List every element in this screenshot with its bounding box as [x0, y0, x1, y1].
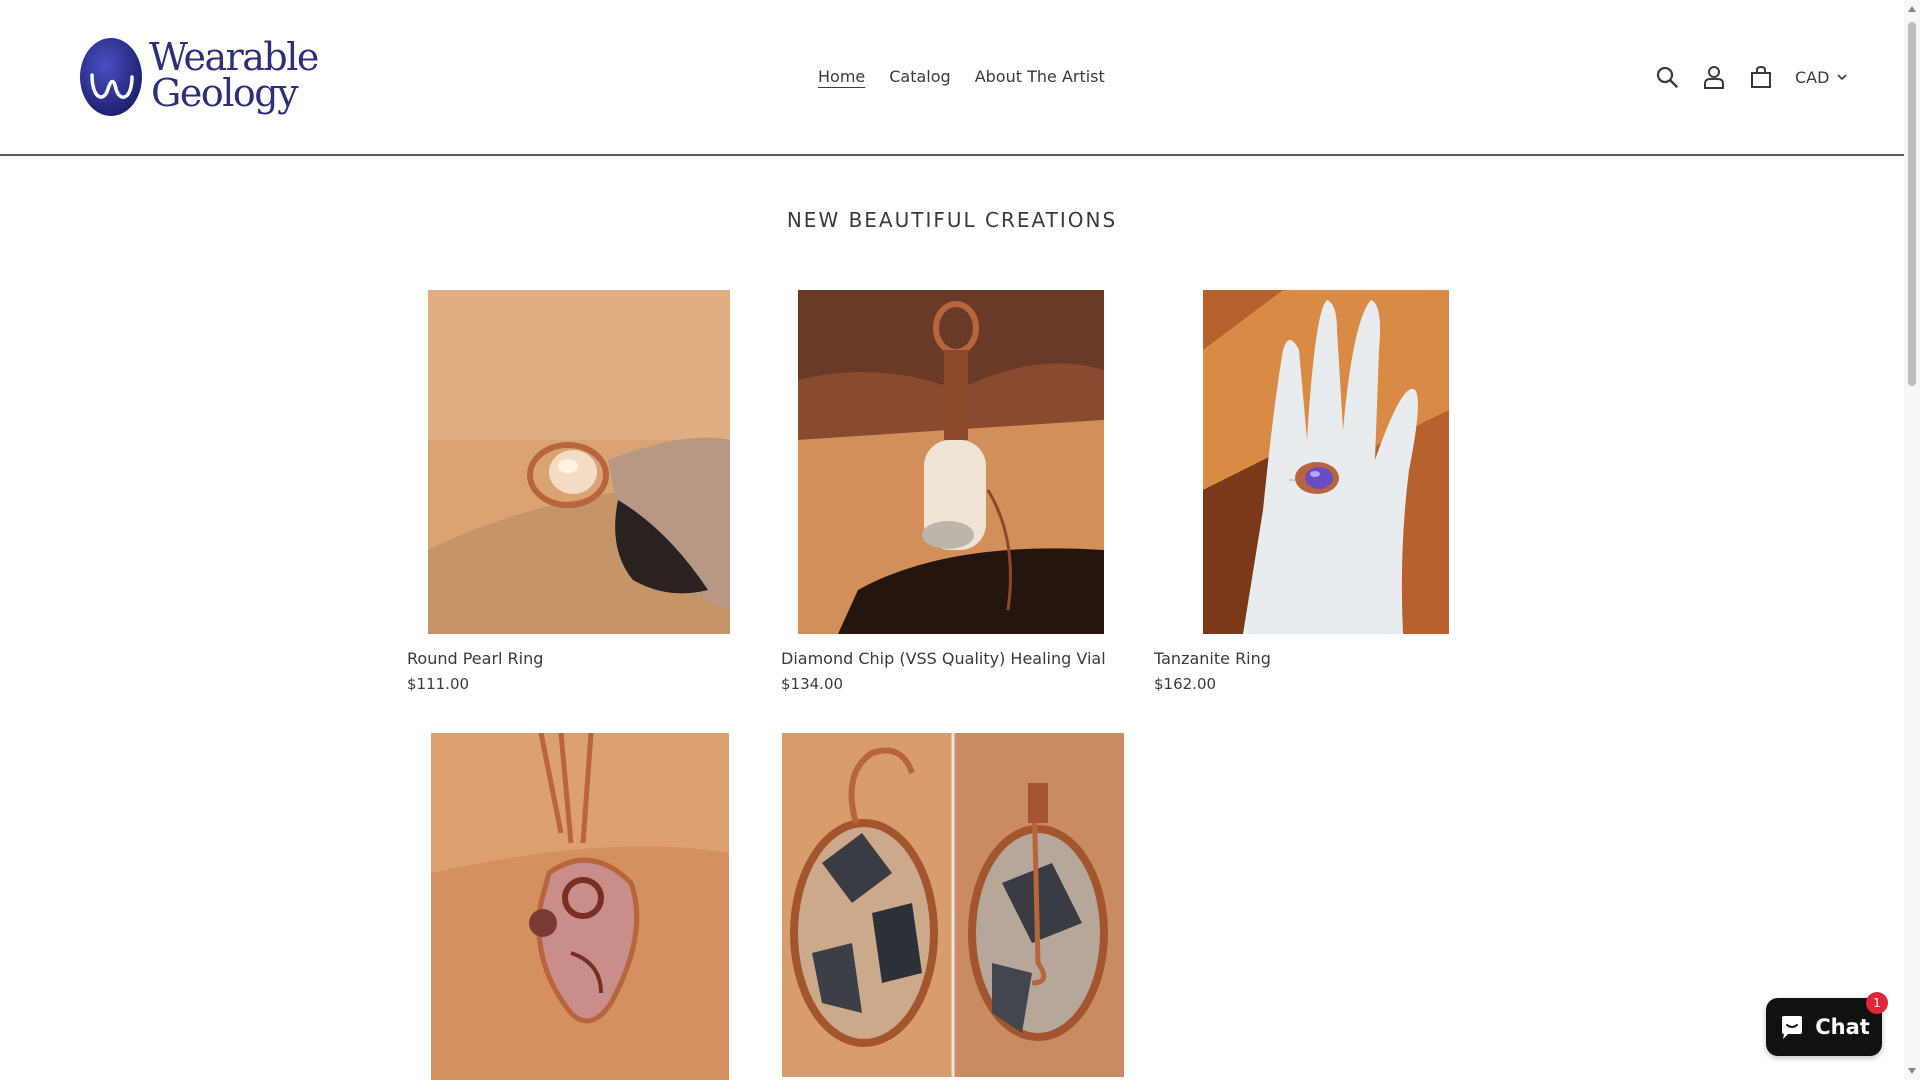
chat-badge: 1	[1866, 992, 1888, 1014]
product-title: Diamond Chip (VSS Quality) Healing Vial	[781, 649, 1106, 668]
product-title: Round Pearl Ring	[407, 649, 544, 668]
site-header: Wearable Geology Home Catalog About The …	[0, 0, 1904, 156]
product-image	[781, 290, 1117, 634]
chat-label: Chat	[1815, 1015, 1870, 1039]
currency-selector[interactable]: CAD	[1795, 67, 1848, 87]
logo-line-2: Geology	[151, 71, 299, 115]
logo[interactable]: Wearable Geology	[78, 33, 319, 121]
page: Wearable Geology Home Catalog About The …	[0, 0, 1904, 1080]
product-image	[407, 290, 743, 634]
account-icon	[1704, 66, 1724, 89]
nav-home[interactable]: Home	[818, 66, 865, 88]
product-image	[781, 733, 1124, 1077]
scroll-thumb[interactable]	[1908, 22, 1916, 386]
currency-value: CAD	[1795, 67, 1830, 87]
chat-button[interactable]: Chat	[1766, 998, 1882, 1056]
section-title: NEW BEAUTIFUL CREATIONS	[786, 208, 1118, 232]
chat-bubble-icon	[1782, 1016, 1803, 1039]
product-image	[407, 733, 743, 1080]
search-icon	[1656, 66, 1678, 88]
product-price: $162.00	[1154, 675, 1217, 693]
product-price: $111.00	[407, 675, 470, 693]
header-actions: CAD	[1652, 62, 1848, 92]
cart-icon	[1751, 65, 1771, 88]
account-button[interactable]	[1699, 62, 1729, 92]
page-scrollbar[interactable]	[1904, 0, 1920, 1080]
scroll-up-arrow-icon[interactable]	[1908, 6, 1916, 12]
product-image	[1154, 290, 1490, 634]
chevron-down-icon	[1837, 74, 1848, 81]
nav-about-the-artist[interactable]: About The Artist	[975, 66, 1105, 88]
cart-button[interactable]	[1746, 62, 1776, 92]
scroll-down-arrow-icon[interactable]	[1908, 1068, 1916, 1074]
product-price: $134.00	[781, 675, 844, 693]
product-title: Tanzanite Ring	[1154, 649, 1271, 668]
logo-line-1: Wearable	[149, 35, 319, 79]
nav-catalog[interactable]: Catalog	[889, 66, 950, 88]
search-button[interactable]	[1652, 62, 1682, 92]
logo-mark-icon	[80, 38, 142, 116]
logo-text: Wearable Geology	[149, 35, 319, 115]
